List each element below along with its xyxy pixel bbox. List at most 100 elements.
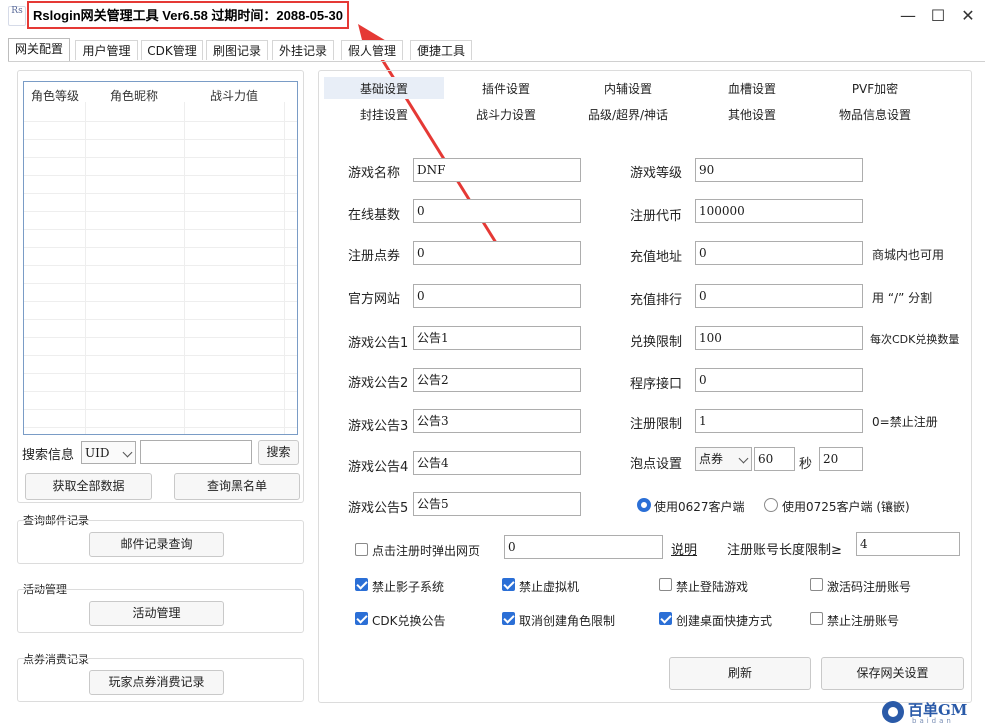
block-vm-label[interactable]: 禁止虚拟机 (519, 578, 579, 595)
api-field[interactable]: 0 (695, 368, 863, 392)
minimize-button[interactable]: — (897, 6, 919, 26)
bubble-currency-select[interactable]: 点券 (695, 447, 752, 471)
exchange-limit-note: 每次CDK兑换数量 (870, 333, 960, 346)
tab-quick-tools[interactable]: 便捷工具 (410, 40, 472, 60)
tab-cdk-management[interactable]: CDK管理 (141, 40, 203, 60)
notice2-field[interactable]: 公告2 (413, 368, 581, 392)
tab-cheat-records[interactable]: 外挂记录 (272, 40, 334, 60)
tab-bot-management[interactable]: 假人管理 (341, 40, 403, 60)
block-shadow-system-checkbox[interactable] (355, 578, 368, 591)
block-login-checkbox[interactable] (659, 578, 672, 591)
table-row[interactable] (24, 284, 297, 302)
cdk-announce-label[interactable]: CDK兑换公告 (372, 612, 446, 629)
popup-web-field[interactable]: 0 (504, 535, 663, 559)
refresh-button[interactable]: 刷新 (669, 657, 811, 690)
grid-header-level[interactable]: 角色等级 (31, 87, 79, 104)
account-length-field[interactable]: 4 (856, 532, 960, 556)
maximize-button[interactable]: ☐ (927, 6, 949, 26)
save-gateway-button[interactable]: 保存网关设置 (821, 657, 964, 690)
notice3-field[interactable]: 公告3 (413, 409, 581, 433)
subtab-item-info[interactable]: 物品信息设置 (815, 106, 935, 123)
search-type-select[interactable]: UID (81, 441, 136, 464)
bubble-interval-field[interactable]: 60 (754, 447, 795, 471)
subtab-basic[interactable]: 基础设置 (324, 80, 444, 97)
client-0627-label[interactable]: 使用0627客户端 (654, 498, 745, 515)
table-row[interactable] (24, 320, 297, 338)
table-row[interactable] (24, 140, 297, 158)
table-row[interactable] (24, 194, 297, 212)
online-base-field[interactable]: 0 (413, 199, 581, 223)
grid-header-nickname[interactable]: 角色昵称 (110, 87, 158, 104)
cancel-role-limit-label[interactable]: 取消创建角色限制 (519, 612, 615, 629)
client-0725-label[interactable]: 使用0725客户端 (镶嵌) (782, 498, 910, 515)
table-row[interactable] (24, 104, 297, 122)
subtab-anti-cheat[interactable]: 封挂设置 (324, 106, 444, 123)
popup-web-checkbox[interactable] (355, 543, 368, 556)
close-button[interactable]: ✕ (957, 6, 979, 26)
register-points-field[interactable]: 0 (413, 241, 581, 265)
desktop-shortcut-checkbox[interactable] (659, 612, 672, 625)
tab-map-records[interactable]: 刷图记录 (206, 40, 268, 60)
register-limit-field[interactable]: 1 (695, 409, 863, 433)
search-button[interactable]: 搜索 (258, 440, 299, 465)
tab-gateway-config[interactable]: 网关配置 (8, 38, 70, 62)
search-input[interactable] (140, 440, 252, 464)
subtab-hpbar[interactable]: 血槽设置 (692, 80, 812, 97)
exchange-limit-field[interactable]: 100 (695, 326, 863, 350)
cancel-role-limit-checkbox[interactable] (502, 612, 515, 625)
block-shadow-system-label[interactable]: 禁止影子系统 (372, 578, 444, 595)
desktop-shortcut-label[interactable]: 创建桌面快捷方式 (676, 612, 772, 629)
block-login-label[interactable]: 禁止登陆游戏 (676, 578, 748, 595)
role-grid[interactable]: 角色等级 角色昵称 战斗力值 (23, 81, 298, 435)
cdk-announce-checkbox[interactable] (355, 612, 368, 625)
subtab-grade[interactable]: 品级/超界/神话 (568, 106, 688, 123)
block-vm-checkbox[interactable] (502, 578, 515, 591)
register-points-label: 注册点券 (348, 249, 401, 264)
client-0627-radio[interactable] (637, 498, 651, 512)
table-row[interactable] (24, 248, 297, 266)
account-length-label: 注册账号长度限制≥ (727, 543, 842, 558)
blacklist-button[interactable]: 查询黑名单 (174, 473, 300, 500)
mail-query-button[interactable]: 邮件记录查询 (89, 532, 224, 557)
recharge-url-field[interactable]: 0 (695, 241, 863, 265)
subtab-power[interactable]: 战斗力设置 (446, 106, 566, 123)
subtab-assist[interactable]: 内辅设置 (568, 80, 688, 97)
notice5-field[interactable]: 公告5 (413, 492, 581, 516)
table-row[interactable] (24, 212, 297, 230)
table-row[interactable] (24, 374, 297, 392)
grid-header-power[interactable]: 战斗力值 (210, 87, 258, 104)
subtab-pvf-encrypt[interactable]: PVF加密 (815, 80, 935, 97)
activity-management-button[interactable]: 活动管理 (89, 601, 224, 626)
table-row[interactable] (24, 266, 297, 284)
table-row[interactable] (24, 392, 297, 410)
explain-link[interactable]: 说明 (671, 539, 697, 558)
table-row[interactable] (24, 122, 297, 140)
block-register-checkbox[interactable] (810, 612, 823, 625)
table-row[interactable] (24, 410, 297, 428)
table-row[interactable] (24, 158, 297, 176)
points-record-button[interactable]: 玩家点券消费记录 (89, 670, 224, 695)
bubble-amount-field[interactable]: 20 (819, 447, 863, 471)
block-register-label[interactable]: 禁止注册账号 (827, 612, 899, 629)
table-row[interactable] (24, 302, 297, 320)
subtab-plugin[interactable]: 插件设置 (446, 80, 566, 97)
notice4-field[interactable]: 公告4 (413, 451, 581, 475)
recharge-rank-note: 用 “/” 分割 (872, 291, 933, 305)
popup-web-label[interactable]: 点击注册时弹出网页 (372, 542, 480, 559)
notice1-field[interactable]: 公告1 (413, 326, 581, 350)
recharge-rank-field[interactable]: 0 (695, 284, 863, 308)
tab-user-management[interactable]: 用户管理 (75, 40, 138, 60)
table-row[interactable] (24, 176, 297, 194)
game-level-field[interactable]: 90 (695, 158, 863, 182)
table-row[interactable] (24, 356, 297, 374)
official-site-field[interactable]: 0 (413, 284, 581, 308)
table-row[interactable] (24, 230, 297, 248)
activation-code-register-checkbox[interactable] (810, 578, 823, 591)
game-name-field[interactable]: DNF (413, 158, 581, 182)
activation-code-register-label[interactable]: 激活码注册账号 (827, 578, 911, 595)
table-row[interactable] (24, 338, 297, 356)
register-token-field[interactable]: 100000 (695, 199, 863, 223)
client-0725-radio[interactable] (764, 498, 778, 512)
subtab-other[interactable]: 其他设置 (692, 106, 812, 123)
fetch-all-button[interactable]: 获取全部数据 (25, 473, 152, 500)
